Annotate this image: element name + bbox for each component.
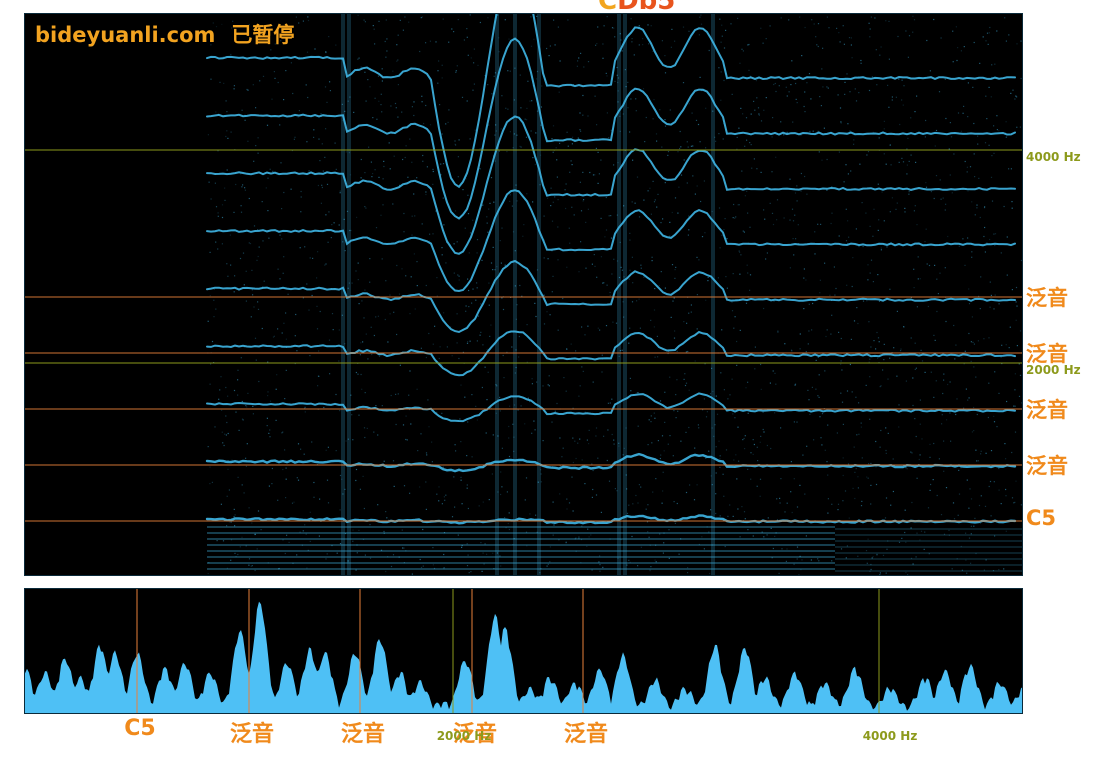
spectrum-canvas xyxy=(25,589,1022,713)
spectrogram-hz-label: 4000 Hz xyxy=(1026,150,1081,164)
spectrogram-guides xyxy=(25,149,1022,522)
current-note-label: CDb5 xyxy=(598,0,675,14)
spectrum-fill xyxy=(25,601,1022,713)
spectrogram-hz-label: 2000 Hz xyxy=(1026,363,1081,377)
spectrum-note-label: 泛音 xyxy=(229,722,275,747)
spectrogram-canvas xyxy=(25,14,1022,575)
spectrogram-note-label: 泛音 xyxy=(1026,454,1068,478)
pause-status: 已暂停 xyxy=(231,23,295,47)
site-name: bideyuanli.com xyxy=(35,23,216,47)
spectrum-hz-label: 4000 Hz xyxy=(862,729,918,743)
spectrogram-low-bands xyxy=(207,526,1022,572)
spectrogram-note-label: 泛音 xyxy=(1026,286,1068,310)
spectrogram-panel[interactable]: bideyuanli.com 已暂停 xyxy=(24,13,1023,576)
spectrum-panel[interactable] xyxy=(24,588,1023,714)
spectrum-note-label: C5 xyxy=(124,716,156,741)
spectrogram-noise xyxy=(207,14,1022,575)
spectrum-note-label: 泛音 xyxy=(563,722,609,747)
spectrogram-note-label: C5 xyxy=(1026,506,1057,530)
spectrum-analyzer-view: CDb5 bideyuanli.com 已暂停 泛音 泛音 泛音 泛音 C5 4000 Hz… xyxy=(0,0,1097,780)
spectrogram-note-label: 泛音 xyxy=(1026,398,1068,422)
brand-overlay: bideyuanli.com 已暂停 xyxy=(31,19,299,49)
spectrum-hz-label: 2000 Hz xyxy=(436,729,492,743)
spectrum-note-label: 泛音 xyxy=(340,722,386,747)
